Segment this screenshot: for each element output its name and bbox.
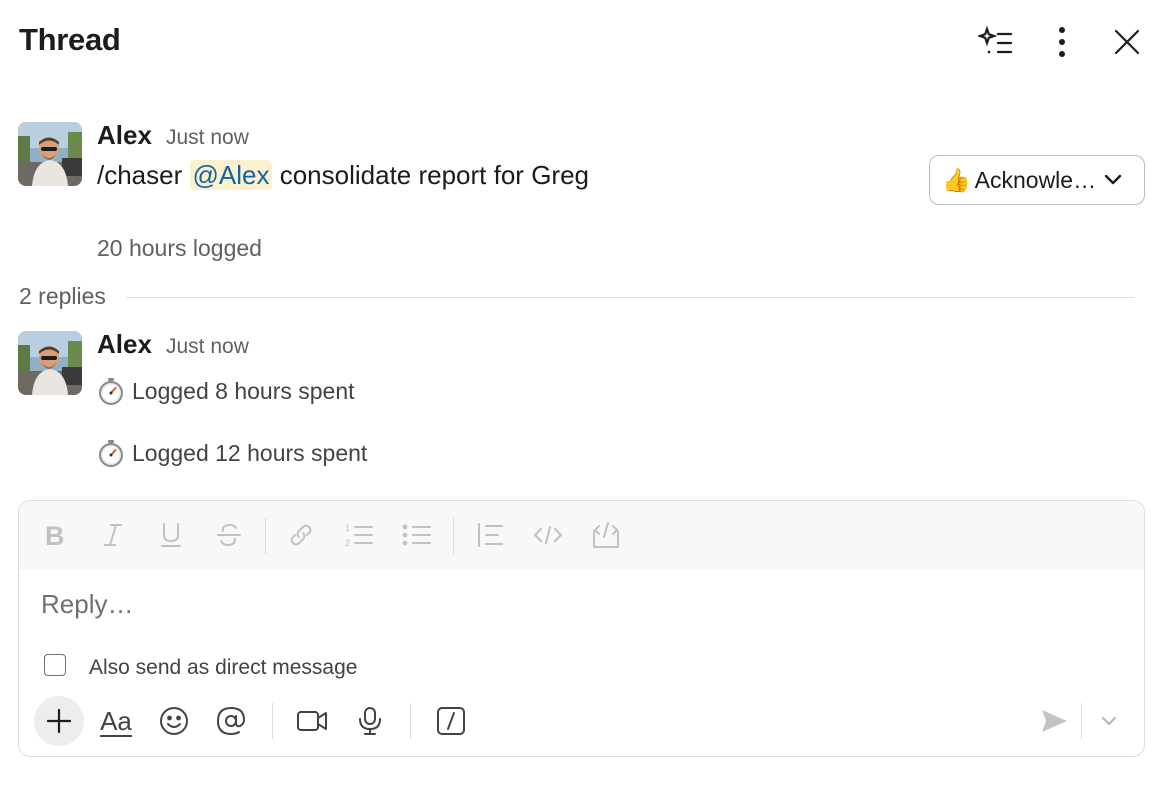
svg-text:B: B [45, 522, 65, 548]
thread-header: Thread [0, 0, 1160, 86]
message-author[interactable]: Alex [97, 120, 152, 151]
reply-line: Logged 12 hours spent [97, 439, 367, 467]
slash-command-icon[interactable] [432, 702, 470, 740]
bulleted-list-icon[interactable] [400, 518, 434, 552]
video-icon[interactable] [293, 702, 331, 740]
avatar[interactable] [18, 331, 82, 395]
send-options-chevron-icon[interactable] [1090, 702, 1128, 740]
ai-summary-icon[interactable] [976, 22, 1016, 62]
toolbar-divider [453, 518, 454, 554]
svg-text:1: 1 [345, 523, 350, 533]
reply-timestamp[interactable]: Just now [166, 335, 249, 359]
toolbar-divider [265, 518, 266, 554]
add-attachment-button[interactable] [34, 696, 84, 746]
message-timestamp[interactable]: Just now [166, 126, 249, 150]
acknowledge-label: Acknowle… [974, 166, 1097, 193]
replies-divider [126, 297, 1134, 298]
direct-message-checkbox[interactable] [44, 654, 66, 676]
reply-composer: B 12 Also send as di [18, 500, 1145, 757]
code-block-icon[interactable] [589, 518, 623, 552]
more-vertical-icon[interactable] [1042, 22, 1082, 62]
emoji-icon[interactable] [155, 702, 193, 740]
ordered-list-icon[interactable]: 12 [342, 518, 376, 552]
message-text: consolidate report for Greg [279, 160, 589, 190]
replies-count: 2 replies [19, 283, 106, 309]
microphone-icon[interactable] [351, 702, 389, 740]
toolbar-divider [410, 703, 411, 739]
reply-line: Logged 8 hours spent [97, 377, 355, 405]
strikethrough-icon[interactable] [212, 518, 246, 552]
reply-line-text: Logged 8 hours spent [132, 377, 355, 404]
toolbar-divider [1081, 703, 1082, 739]
slash-command-text: /chaser [97, 160, 183, 190]
toolbar-divider [272, 703, 273, 739]
direct-message-label: Also send as direct message [89, 656, 358, 679]
stopwatch-icon [99, 378, 123, 405]
hours-logged-text: 20 hours logged [97, 235, 262, 261]
svg-text:2: 2 [345, 538, 350, 548]
message-body: /chaser @Alex consolidate report for Gre… [97, 160, 589, 191]
underline-icon[interactable] [154, 518, 188, 552]
chevron-down-icon [1104, 174, 1122, 185]
avatar[interactable] [18, 122, 82, 186]
bold-icon[interactable]: B [38, 518, 72, 552]
text-format-label: Aa [100, 705, 132, 736]
send-icon[interactable] [1035, 702, 1073, 740]
page-title: Thread [19, 22, 121, 57]
text-format-button[interactable]: Aa [97, 702, 135, 740]
italic-icon[interactable] [96, 518, 130, 552]
mention-icon[interactable] [212, 702, 250, 740]
close-icon[interactable] [1107, 22, 1147, 62]
stopwatch-icon [99, 440, 123, 467]
thumbs-up-icon: 👍 [942, 166, 971, 193]
acknowledge-select[interactable]: 👍 Acknowle… [929, 155, 1145, 205]
blockquote-icon[interactable] [473, 518, 507, 552]
plus-icon [47, 709, 71, 733]
user-mention[interactable]: @Alex [189, 160, 273, 190]
code-icon[interactable] [531, 518, 565, 552]
reply-line-text: Logged 12 hours spent [132, 439, 368, 466]
formatting-toolbar: B 12 [19, 501, 1144, 570]
link-icon[interactable] [284, 518, 318, 552]
reply-author[interactable]: Alex [97, 329, 152, 360]
reply-input[interactable] [41, 589, 1121, 620]
